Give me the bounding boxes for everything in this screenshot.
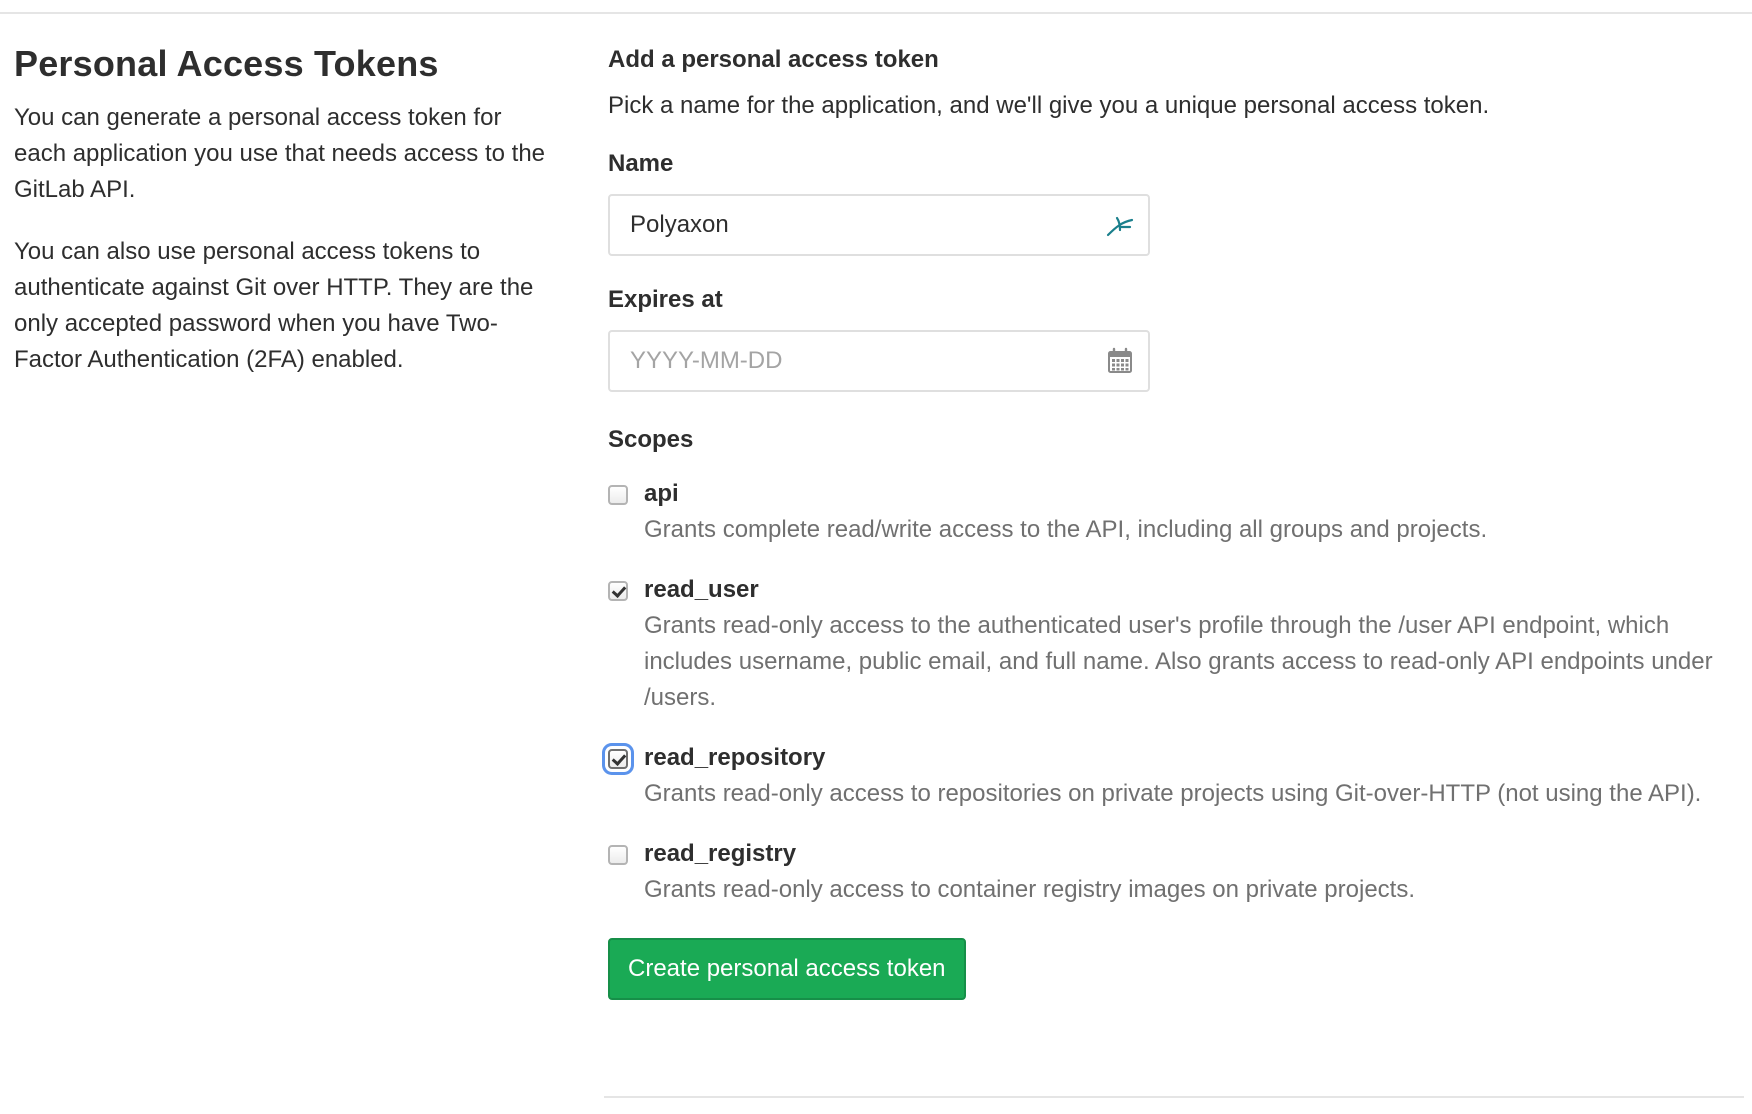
bottom-divider xyxy=(604,1096,1744,1098)
name-label: Name xyxy=(608,150,674,177)
intro-paragraph-1: You can generate a personal access token… xyxy=(14,104,546,203)
page-title: Personal Access Tokens xyxy=(14,43,439,84)
form-heading: Add a personal access token xyxy=(608,46,939,73)
scope-description: Grants read-only access to the authentic… xyxy=(644,612,1713,711)
form-description: Pick a name for the application, and we'… xyxy=(608,92,1490,119)
scope-item-read-user: read_user Grants read-only access to the… xyxy=(608,572,1728,716)
calendar-icon[interactable] xyxy=(1104,345,1136,377)
scope-item-read-registry: read_registry Grants read-only access to… xyxy=(608,836,1728,908)
scopes-label: Scopes xyxy=(608,426,694,453)
scope-description: Grants read-only access to repositories … xyxy=(644,780,1702,807)
scope-description: Grants complete read/write access to the… xyxy=(644,516,1488,543)
scope-list: api Grants complete read/write access to… xyxy=(608,476,1728,908)
personal-access-token-form: Add a personal access token Pick a name … xyxy=(608,40,1728,1000)
scope-item-api: api Grants complete read/write access to… xyxy=(608,476,1728,548)
top-divider xyxy=(0,12,1752,14)
scope-checkbox-read-user[interactable] xyxy=(608,581,628,601)
intro-paragraph-2: You can also use personal access tokens … xyxy=(14,238,534,373)
scope-name[interactable]: read_repository xyxy=(644,740,1728,776)
scope-checkbox-api[interactable] xyxy=(608,485,628,505)
expires-field-wrapper xyxy=(608,330,1150,392)
scope-name[interactable]: read_user xyxy=(644,572,1728,608)
token-name-input[interactable] xyxy=(608,194,1150,256)
expires-at-input[interactable] xyxy=(608,330,1150,392)
scope-checkbox-read-registry[interactable] xyxy=(608,845,628,865)
scope-name[interactable]: api xyxy=(644,476,1728,512)
scope-description: Grants read-only access to container reg… xyxy=(644,876,1416,903)
settings-sidebar: Personal Access Tokens You can generate … xyxy=(14,40,559,378)
scope-checkbox-read-repository[interactable] xyxy=(608,749,628,769)
expires-label: Expires at xyxy=(608,286,723,313)
create-token-button[interactable]: Create personal access token xyxy=(608,938,966,1000)
name-field-wrapper xyxy=(608,194,1150,256)
password-manager-icon[interactable] xyxy=(1104,209,1136,241)
scope-name[interactable]: read_registry xyxy=(644,836,1728,872)
scope-item-read-repository: read_repository Grants read-only access … xyxy=(608,740,1728,812)
